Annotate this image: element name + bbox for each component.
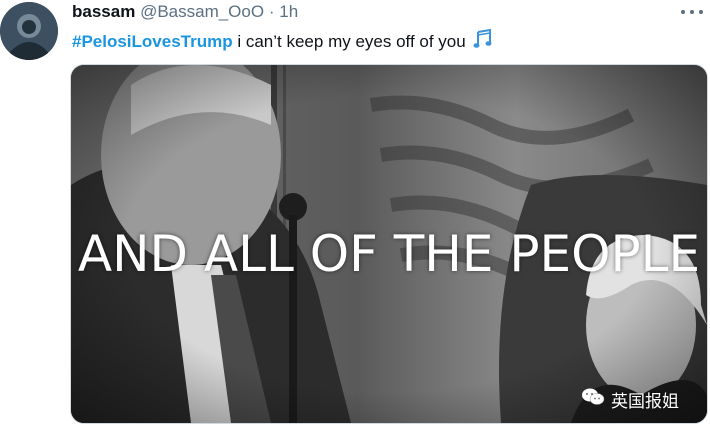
more-options-icon[interactable] bbox=[681, 3, 703, 21]
separator-dot: · bbox=[268, 2, 275, 21]
musical-notes-icon bbox=[472, 28, 494, 57]
watermark: 英国报姐 bbox=[581, 387, 679, 412]
tweet-time[interactable]: 1h bbox=[279, 2, 298, 21]
wechat-icon bbox=[581, 387, 605, 412]
watermark-text: 英国报姐 bbox=[611, 392, 679, 411]
hashtag-link[interactable]: #PelosiLovesTrump bbox=[72, 32, 233, 51]
display-name[interactable]: bassam bbox=[72, 2, 135, 21]
tweet-header: bassam @Bassam_OoO · 1h bbox=[72, 1, 298, 23]
tweet-body: i can’t keep my eyes off of you bbox=[232, 32, 471, 51]
video-caption: AND ALL OF THE PEOPLE bbox=[77, 225, 701, 283]
tweet[interactable]: bassam @Bassam_OoO · 1h #PelosiLovesTrum… bbox=[0, 0, 710, 431]
avatar[interactable] bbox=[0, 2, 58, 60]
tweet-text: #PelosiLovesTrump i can’t keep my eyes o… bbox=[72, 28, 494, 57]
tweet-media-image[interactable]: AND ALL OF THE PEOPLE 英国报姐 bbox=[70, 64, 708, 424]
user-handle[interactable]: @Bassam_OoO bbox=[140, 2, 264, 21]
